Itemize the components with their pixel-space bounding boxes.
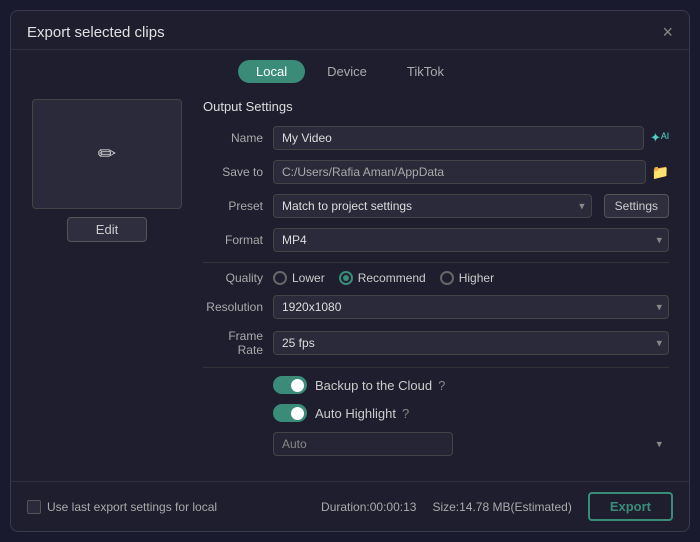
section-title: Output Settings: [203, 99, 669, 114]
quality-recommend[interactable]: Recommend: [339, 271, 426, 285]
preset-field: Match to project settings Settings: [273, 194, 669, 218]
right-panel: Output Settings Name ✦ᴬᴵ Save to 📁 Pre: [203, 99, 673, 471]
preset-row: Preset Match to project settings Setting…: [203, 194, 669, 218]
preview-thumbnail: ✏: [32, 99, 182, 209]
preset-select-wrapper: Match to project settings: [273, 194, 592, 218]
ai-icon[interactable]: ✦ᴬᴵ: [650, 130, 669, 146]
resolution-select[interactable]: 1920x1080: [273, 295, 669, 319]
auto-highlight-toggle[interactable]: [273, 404, 307, 422]
resolution-select-wrapper: 1920x1080: [273, 295, 669, 319]
save-to-input[interactable]: [273, 160, 646, 184]
export-dialog: Export selected clips × Local Device Tik…: [10, 10, 690, 532]
format-field: MP4: [273, 228, 669, 252]
last-settings-checkbox-label[interactable]: Use last export settings for local: [27, 500, 217, 514]
tab-tiktok[interactable]: TikTok: [389, 60, 462, 83]
left-panel: ✏ Edit: [27, 99, 187, 471]
pencil-icon: ✏: [98, 141, 116, 167]
frame-rate-label: Frame Rate: [203, 329, 273, 357]
dialog-footer: Use last export settings for local Durat…: [11, 481, 689, 531]
backup-cloud-toggle[interactable]: [273, 376, 307, 394]
format-select[interactable]: MP4: [273, 228, 669, 252]
auto-highlight-row: Auto Highlight ?: [203, 404, 669, 422]
dialog-header: Export selected clips ×: [11, 11, 689, 50]
save-to-field: 📁: [273, 160, 669, 184]
auto-highlight-help-icon[interactable]: ?: [402, 406, 409, 421]
name-field: ✦ᴬᴵ: [273, 126, 669, 150]
recommend-radio-circle: [339, 271, 353, 285]
format-select-wrapper: MP4: [273, 228, 669, 252]
last-settings-label: Use last export settings for local: [47, 500, 217, 514]
backup-cloud-label: Backup to the Cloud: [315, 378, 432, 393]
higher-radio-label: Higher: [459, 271, 494, 285]
auto-highlight-label: Auto Highlight: [315, 406, 396, 421]
recommend-radio-label: Recommend: [358, 271, 426, 285]
divider2: [203, 367, 669, 368]
settings-button[interactable]: Settings: [604, 194, 669, 218]
quality-higher[interactable]: Higher: [440, 271, 494, 285]
format-label: Format: [203, 233, 273, 247]
format-row: Format MP4: [203, 228, 669, 252]
name-label: Name: [203, 131, 273, 145]
frame-rate-field: 25 fps: [273, 331, 669, 355]
duration-info: Duration:00:00:13: [321, 500, 416, 514]
resolution-row: Resolution 1920x1080: [203, 295, 669, 319]
tab-local[interactable]: Local: [238, 60, 305, 83]
backup-cloud-help-icon[interactable]: ?: [438, 378, 445, 393]
lower-radio-circle: [273, 271, 287, 285]
size-info: Size:14.78 MB(Estimated): [432, 500, 571, 514]
quality-lower[interactable]: Lower: [273, 271, 325, 285]
save-to-label: Save to: [203, 165, 273, 179]
auto-select[interactable]: Auto: [273, 432, 453, 456]
divider: [203, 262, 669, 263]
quality-row: Quality Lower Recommend Higher: [203, 271, 669, 285]
dialog-title: Export selected clips: [27, 24, 165, 41]
tab-device[interactable]: Device: [309, 60, 385, 83]
frame-rate-row: Frame Rate 25 fps: [203, 329, 669, 357]
tabs-row: Local Device TikTok: [11, 50, 689, 89]
name-row: Name ✦ᴬᴵ: [203, 126, 669, 150]
export-button[interactable]: Export: [588, 492, 673, 521]
footer-left: Use last export settings for local: [27, 500, 217, 514]
dialog-body: ✏ Edit Output Settings Name ✦ᴬᴵ Save to …: [11, 89, 689, 481]
preset-select[interactable]: Match to project settings: [273, 194, 592, 218]
frame-rate-select[interactable]: 25 fps: [273, 331, 669, 355]
quality-radio-group: Lower Recommend Higher: [273, 271, 494, 285]
backup-cloud-row: Backup to the Cloud ?: [203, 376, 669, 394]
edit-button[interactable]: Edit: [67, 217, 147, 242]
frame-rate-select-wrapper: 25 fps: [273, 331, 669, 355]
resolution-label: Resolution: [203, 300, 273, 314]
preset-label: Preset: [203, 199, 273, 213]
resolution-field: 1920x1080: [273, 295, 669, 319]
save-to-row: Save to 📁: [203, 160, 669, 184]
higher-radio-circle: [440, 271, 454, 285]
footer-info: Duration:00:00:13 Size:14.78 MB(Estimate…: [321, 492, 673, 521]
close-button[interactable]: ×: [662, 23, 673, 41]
auto-select-wrapper: Auto: [273, 432, 669, 456]
name-input[interactable]: [273, 126, 644, 150]
last-settings-checkbox[interactable]: [27, 500, 41, 514]
auto-select-container: Auto: [203, 432, 669, 456]
lower-radio-label: Lower: [292, 271, 325, 285]
quality-label: Quality: [203, 271, 273, 285]
folder-icon[interactable]: 📁: [652, 164, 669, 181]
